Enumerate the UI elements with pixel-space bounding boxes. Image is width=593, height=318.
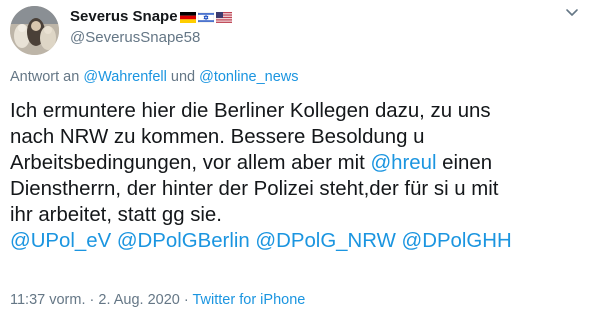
mention-dpolg-nrw[interactable]: @DPolG_NRW [255, 230, 395, 252]
tweet-source-link[interactable]: Twitter for iPhone [193, 292, 306, 308]
tweet-mentions: @UPol_eV @DPolGBerlin @DPolG_NRW @DPolGH… [10, 228, 585, 254]
avatar-image [10, 6, 59, 55]
mention-hreul[interactable]: @hreul [370, 152, 436, 174]
reply-mention-tonline-news[interactable]: @tonline_news [199, 69, 298, 85]
author-display-name-row[interactable]: Severus Snape [70, 7, 232, 27]
reply-conjunction: und [170, 69, 196, 85]
tweet-metadata: 11:37 vorm. · 2. Aug. 2020 · Twitter for… [10, 291, 305, 309]
tweet-text: Ich ermuntere hier die Berliner Kollegen… [10, 98, 585, 254]
mention-dpolgberlin[interactable]: @DPolGBerlin [117, 230, 250, 252]
tweet-line: ihr arbeitet, statt gg sie. [10, 204, 222, 226]
flag-israel-icon [197, 11, 214, 23]
reply-mention-wahrenfell[interactable]: @Wahrenfell [83, 69, 167, 85]
tweet-line: Ich ermuntere hier die Berliner Kollegen… [10, 100, 491, 122]
mention-dpolghh[interactable]: @DPolGHH [402, 230, 512, 252]
flag-germany-icon [179, 11, 196, 23]
tweet-line-text: einen [442, 152, 493, 174]
tweet-line-text: Arbeitsbedingungen, vor allem aber mit [10, 152, 365, 174]
meta-separator: · [89, 292, 95, 308]
tweet-line: Dienstherrn, der hinter der Polizei steh… [10, 178, 499, 200]
tweet-line: Arbeitsbedingungen, vor allem aber mit @… [10, 150, 585, 176]
author-display-name[interactable]: Severus Snape [70, 7, 178, 27]
reply-prefix: Antwort an [10, 69, 80, 85]
flag-emojis [179, 11, 232, 23]
mention-upol-ev[interactable]: @UPol_eV [10, 230, 111, 252]
tweet-timestamp[interactable]: 11:37 vorm. [10, 292, 86, 308]
tweet-date[interactable]: 2. Aug. 2020 [98, 292, 179, 308]
author-handle[interactable]: @SeverusSnape58 [70, 28, 200, 48]
tweet-line: nach NRW zu kommen. Bessere Besoldung u [10, 126, 425, 148]
flag-usa-icon [215, 11, 232, 23]
reply-context: Antwort an @Wahrenfell und @tonline_news [10, 68, 299, 86]
meta-separator: · [183, 292, 189, 308]
chevron-down-icon[interactable] [565, 8, 579, 18]
avatar[interactable] [10, 6, 59, 55]
